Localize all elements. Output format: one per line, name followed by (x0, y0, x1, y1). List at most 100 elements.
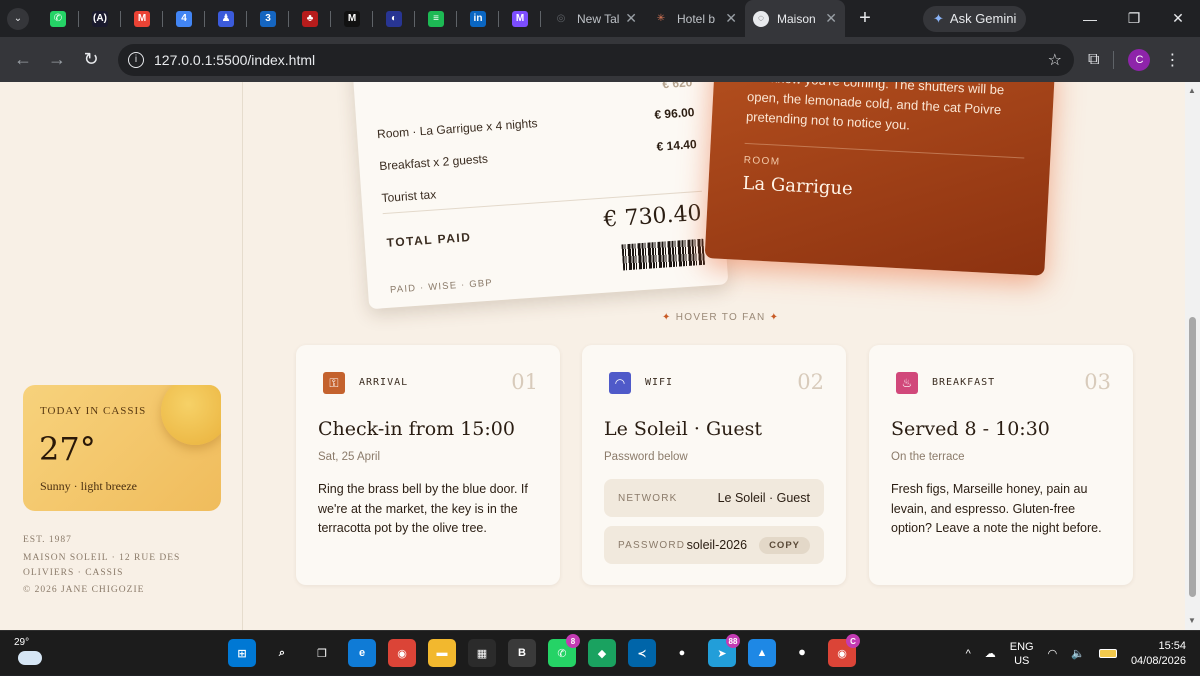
taskbar-weather-temp[interactable]: 29° (14, 637, 29, 648)
app-glyph: ▲ (756, 647, 768, 659)
pinned-tab[interactable]: ◐ (373, 0, 415, 37)
page-icon: ◌ (753, 10, 769, 27)
app-glyph: e (358, 647, 366, 659)
bookmark-star-icon[interactable]: ☆ (1048, 50, 1062, 70)
explorer-icon[interactable]: ▬ (428, 639, 456, 667)
network-field: NETWORK Le Soleil · Guest (604, 479, 824, 517)
back-button[interactable]: ← (6, 43, 40, 77)
browser-tab[interactable]: ◌ Maison ✕ (745, 0, 845, 37)
pinned-tab[interactable]: ♣ (289, 0, 331, 37)
receipt-card[interactable]: € 620 Room · La Garrigue x 4 nights € 96… (351, 82, 729, 310)
chrome-icon[interactable]: ◉ (388, 639, 416, 667)
cloche-icon: ♨ (896, 372, 918, 394)
new-tab-button[interactable]: + (851, 5, 879, 33)
receipt-paid-via: PAID · WISE · GBP (389, 277, 494, 296)
ai-icon: ♟ (218, 10, 234, 27)
tab-title: New Tal (577, 11, 620, 26)
minimize-button[interactable]: — (1068, 0, 1112, 37)
breakfast-number: 03 (1084, 370, 1111, 394)
wifi-number: 02 (797, 370, 824, 394)
profile-avatar[interactable]: C (1128, 48, 1151, 71)
weather-card: TODAY IN CASSIS 27° Sunny · light breeze (23, 385, 221, 511)
clock[interactable]: 15:54 04/08/2026 (1131, 639, 1186, 669)
close-tab-icon[interactable]: ✕ (725, 10, 737, 27)
app-glyph: ◉ (397, 647, 407, 660)
arrival-card: ⚿ ARRIVAL 01 Check-in from 15:00 Sat, 25… (296, 345, 560, 585)
app-glyph: ▬ (436, 647, 448, 659)
ask-gemini-label: Ask Gemini (949, 11, 1017, 26)
photos-icon[interactable]: ▲ (748, 639, 776, 667)
pinned-tab[interactable]: in (457, 0, 499, 37)
hover-hint-text: HOVER TO FAN (675, 312, 766, 323)
windows-icon[interactable]: ⊞ (228, 639, 256, 667)
wifi-subtitle: Password below (604, 451, 688, 463)
onedrive-icon[interactable]: ☁ (985, 647, 996, 660)
open-tabs: ◎ New Tal ✕ ✳ Hotel b ✕ ◌ Maison ✕ (545, 0, 845, 37)
copy-password-button[interactable]: COPY (759, 536, 810, 554)
taskview-icon[interactable]: ❐ (308, 639, 336, 667)
vscode-icon[interactable]: ≺ (628, 639, 656, 667)
site-info-icon[interactable]: i (128, 51, 144, 68)
pinned-tab[interactable]: ♟ (205, 0, 247, 37)
pinned-tab[interactable]: M (499, 0, 541, 37)
browser-tab[interactable]: ◎ New Tal ✕ (545, 0, 645, 37)
reload-button[interactable]: ↻ (74, 43, 108, 77)
close-tab-icon[interactable]: ✕ (825, 10, 837, 27)
receipt-total-label: TOTAL PAID (386, 229, 472, 250)
receipt-partial-amount: € 620 (661, 82, 693, 92)
github-icon[interactable]: ● (668, 639, 696, 667)
pinned-tab[interactable]: 3 (247, 0, 289, 37)
address-bar[interactable]: i 127.0.0.1:5500/index.html ☆ (118, 43, 1074, 76)
whatsapp-icon[interactable]: ✆ 8 (548, 634, 580, 667)
wifi-icon[interactable]: ◠ (1048, 647, 1058, 660)
breakfast-title: Served 8 - 10:30 (891, 418, 1050, 440)
edge-icon[interactable]: e (348, 639, 376, 667)
pinned-tab[interactable]: ✆ (37, 0, 79, 37)
weather-label: TODAY IN CASSIS (40, 405, 147, 417)
battery-icon[interactable] (1098, 649, 1117, 658)
linkedin-icon: in (470, 10, 486, 27)
pinned-tab[interactable]: 4 (163, 0, 205, 37)
ask-gemini-button[interactable]: ✦ Ask Gemini (923, 5, 1027, 32)
pinned-tab[interactable]: (A) (79, 0, 121, 37)
tab-search-button[interactable]: ⌄ (7, 7, 29, 30)
restore-button[interactable]: ❐ (1112, 0, 1156, 37)
close-tab-icon[interactable]: ✕ (625, 10, 637, 27)
pinned-tab[interactable]: M (331, 0, 373, 37)
page-viewport: TODAY IN CASSIS 27° Sunny · light breeze… (0, 82, 1185, 630)
diamond-icon[interactable]: ◆ (588, 639, 616, 667)
b-icon[interactable]: B (508, 639, 536, 667)
circle-icon: ◐ (386, 10, 402, 27)
search-icon[interactable]: ⌕ (268, 639, 296, 667)
tab-title: Maison (777, 11, 816, 26)
breakfast-subtitle: On the terrace (891, 451, 965, 463)
kebab-menu-icon[interactable]: ⋮ (1164, 50, 1180, 70)
receipt-total: € 730.40 (602, 200, 703, 233)
arrival-number: 01 (511, 370, 538, 394)
gmail-icon: M (134, 10, 150, 27)
page-scrollbar[interactable]: ▲ ▼ (1185, 82, 1200, 630)
telegram-icon[interactable]: ➤ 88 (708, 634, 740, 667)
extensions-icon[interactable]: ⧉ (1088, 51, 1099, 69)
pinned-tab[interactable]: M (121, 0, 163, 37)
browser-toolbar: ← → ↻ i 127.0.0.1:5500/index.html ☆ ⧉ C … (0, 37, 1200, 82)
record-icon[interactable]: ⏺ (788, 639, 816, 667)
scroll-down-icon[interactable]: ▼ (1188, 616, 1196, 625)
browser-tab[interactable]: ✳ Hotel b ✕ (645, 0, 745, 37)
welcome-note-card[interactable]: We know you're coming. The shutters will… (704, 82, 1056, 276)
forward-button[interactable]: → (40, 43, 74, 77)
password-label: PASSWORD (618, 539, 686, 551)
volume-icon[interactable]: 🔈 (1071, 647, 1085, 660)
app-glyph: B (518, 647, 526, 659)
footer-est: EST. 1987 (23, 535, 72, 545)
language-indicator[interactable]: ENG US (1010, 640, 1034, 668)
scroll-up-icon[interactable]: ▲ (1188, 86, 1196, 95)
close-window-button[interactable]: ✕ (1156, 0, 1200, 37)
pinned-tab[interactable]: ≡ (415, 0, 457, 37)
claude-icon: ✳ (656, 13, 666, 24)
chrome-icon[interactable]: ◉ C (828, 634, 860, 667)
chevron-up-icon[interactable]: ^ (966, 648, 971, 660)
store-icon[interactable]: ▦ (468, 639, 496, 667)
scrollbar-thumb[interactable] (1189, 317, 1196, 597)
app-glyph: ⊞ (237, 647, 247, 660)
